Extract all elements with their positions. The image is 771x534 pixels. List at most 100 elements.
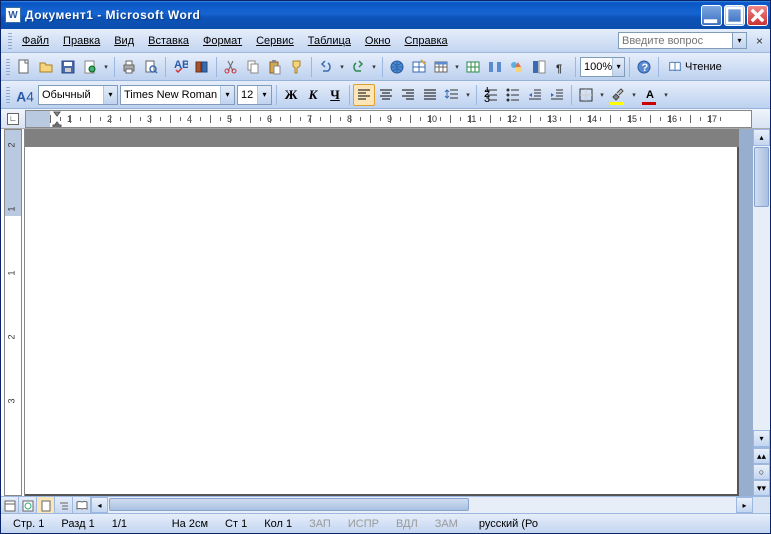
horizontal-scrollbar[interactable]: ◂ ▸ [91,497,753,513]
menu-help[interactable]: Справка [397,33,454,49]
italic-button[interactable]: К [302,84,324,106]
cut-button[interactable] [220,56,242,78]
menu-table[interactable]: Таблица [301,33,358,49]
dropdown-icon[interactable]: ▾ [597,84,607,106]
dropdown-icon[interactable]: ▾ [337,56,347,78]
zoom-combo[interactable]: 100%▾ [580,57,625,77]
horizontal-ruler[interactable]: 1234567891011121314151617 [25,110,752,128]
web-view-button[interactable] [19,497,37,514]
maximize-button[interactable] [724,5,745,26]
menu-tools[interactable]: Сервис [249,33,301,49]
dropdown-icon[interactable]: ▾ [612,58,624,76]
align-left-button[interactable] [353,84,375,106]
toolbar-grip[interactable] [8,33,12,49]
font-combo[interactable]: Times New Roman▾ [120,85,235,105]
minimize-button[interactable] [701,5,722,26]
highlight-button[interactable] [607,84,629,106]
paste-button[interactable] [264,56,286,78]
close-button[interactable] [747,5,768,26]
help-search-input[interactable] [618,32,733,49]
doc-close-button[interactable]: × [753,34,766,48]
status-section[interactable]: Разд 1 [53,516,103,532]
menu-format[interactable]: Формат [196,33,249,49]
help-button[interactable]: ? [633,56,655,78]
redo-button[interactable] [347,56,369,78]
status-ovr[interactable]: ЗАМ [427,516,467,532]
scroll-left-button[interactable]: ◂ [91,497,108,513]
dropdown-icon[interactable]: ▾ [452,56,462,78]
status-line[interactable]: Ст 1 [217,516,256,532]
style-combo[interactable]: Обычный▾ [38,85,118,105]
menu-window[interactable]: Окно [358,33,398,49]
align-justify-button[interactable] [419,84,441,106]
print-button[interactable] [118,56,140,78]
status-ext[interactable]: ВДЛ [388,516,427,532]
new-doc-button[interactable] [13,56,35,78]
styles-pane-button[interactable]: A4 [15,84,35,106]
insert-excel-button[interactable] [462,56,484,78]
document-page[interactable] [25,129,753,496]
permission-button[interactable] [79,56,101,78]
borders-button[interactable] [575,84,597,106]
toolbar-grip[interactable] [6,87,10,103]
vertical-ruler[interactable]: 21123 [1,129,25,496]
scroll-thumb[interactable] [754,147,769,207]
line-spacing-button[interactable] [441,84,463,106]
numbering-button[interactable]: 123 [480,84,502,106]
underline-button[interactable]: Ч [324,84,346,106]
toolbar-grip[interactable] [6,59,10,75]
copy-button[interactable] [242,56,264,78]
titlebar[interactable]: W Документ1 - Microsoft Word [1,1,770,29]
outline-view-button[interactable] [55,497,73,514]
align-right-button[interactable] [397,84,419,106]
hyperlink-button[interactable] [386,56,408,78]
drawing-toolbar-button[interactable] [506,56,528,78]
spellcheck-button[interactable]: ABC [169,56,191,78]
dropdown-icon[interactable]: ▾ [101,56,111,78]
help-dropdown[interactable]: ▾ [733,32,747,49]
dropdown-icon[interactable]: ▾ [661,84,671,106]
reading-view-button[interactable] [73,497,91,514]
dropdown-icon[interactable]: ▾ [103,86,117,104]
menu-insert[interactable]: Вставка [141,33,196,49]
bold-button[interactable]: Ж [280,84,302,106]
next-page-button[interactable]: ▾▾ [753,480,770,496]
scroll-thumb[interactable] [109,498,469,511]
menu-edit[interactable]: Правка [56,33,107,49]
reading-layout-button[interactable]: Чтение [662,56,728,78]
tables-borders-button[interactable] [408,56,430,78]
tab-selector[interactable]: ∟ [1,110,25,128]
dropdown-icon[interactable]: ▾ [629,84,639,106]
status-rec[interactable]: ЗАП [301,516,340,532]
docmap-button[interactable] [528,56,550,78]
print-preview-button[interactable] [140,56,162,78]
size-combo[interactable]: 12▾ [237,85,272,105]
normal-view-button[interactable] [1,497,19,514]
decrease-indent-button[interactable] [524,84,546,106]
scroll-track[interactable] [108,497,736,513]
undo-button[interactable] [315,56,337,78]
scroll-track[interactable] [753,146,770,430]
status-pages[interactable]: 1/1 [104,516,164,532]
insert-table-button[interactable] [430,56,452,78]
browse-object-button[interactable]: ○ [753,464,770,480]
columns-button[interactable] [484,56,506,78]
prev-page-button[interactable]: ▴▴ [753,448,770,464]
status-col[interactable]: Кол 1 [256,516,301,532]
vertical-scrollbar[interactable]: ▴ ▾ ▴▴ ○ ▾▾ [753,129,770,496]
show-marks-button[interactable]: ¶ [550,56,572,78]
font-color-button[interactable]: A [639,84,661,106]
dropdown-icon[interactable]: ▾ [220,86,234,104]
menu-view[interactable]: Вид [107,33,141,49]
format-painter-button[interactable] [286,56,308,78]
print-view-button[interactable] [37,497,55,514]
status-at[interactable]: На 2см [164,516,217,532]
status-lang[interactable]: русский (Ро [471,516,547,532]
research-button[interactable] [191,56,213,78]
status-trk[interactable]: ИСПР [340,516,388,532]
menu-file[interactable]: Файл [15,33,56,49]
dropdown-icon[interactable]: ▾ [463,84,473,106]
scroll-right-button[interactable]: ▸ [736,497,753,513]
bullets-button[interactable] [502,84,524,106]
scroll-up-button[interactable]: ▴ [753,129,770,146]
